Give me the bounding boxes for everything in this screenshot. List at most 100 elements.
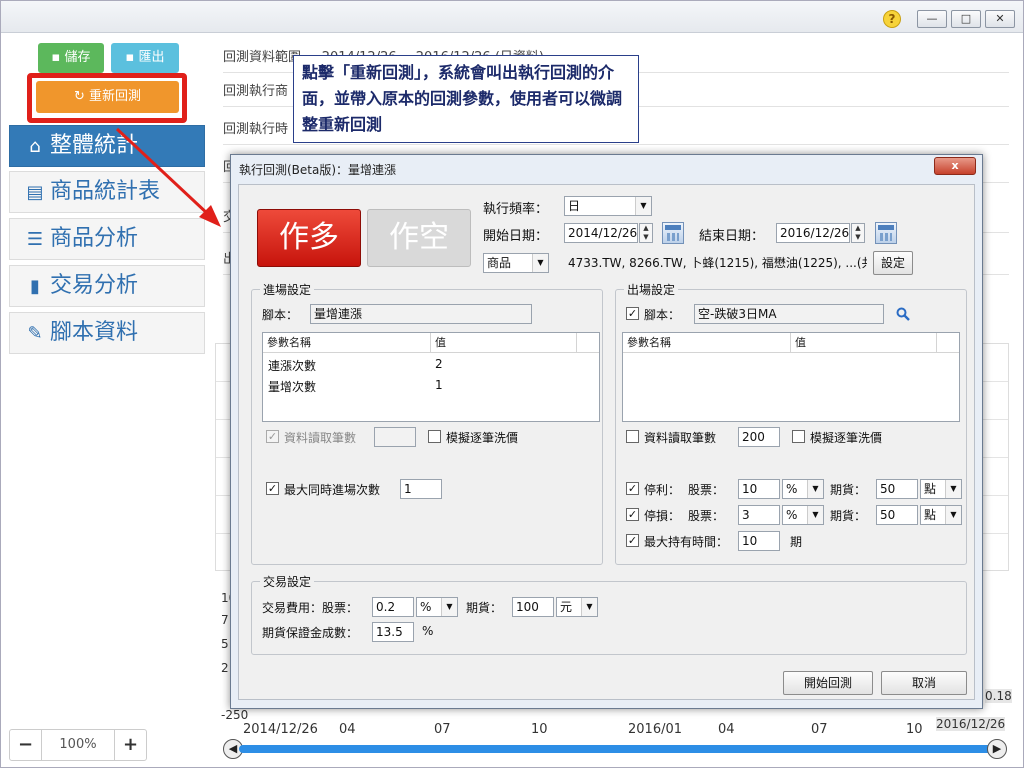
zoom-in-button[interactable]: +: [114, 730, 146, 760]
max-entries-label: 最大同時進場次數: [284, 483, 381, 497]
entry-read-count-label: 資料讀取筆數: [284, 431, 357, 445]
x-tick: 10: [531, 722, 548, 737]
sl-stock-unit-select[interactable]: % ▼: [782, 505, 824, 525]
trade-settings-group: 交易設定 交易費用：股票： 0.2 % ▼ 期貨： 100 元 ▼ 期貨保證金成數：…: [251, 573, 967, 655]
home-icon: ⌂: [29, 136, 41, 157]
chevron-down-icon: ▼: [945, 480, 961, 498]
tp-stock-input[interactable]: 10: [738, 479, 780, 499]
sl-stock-label: 股票：: [688, 509, 725, 523]
max-entries-checkbox[interactable]: ✓: [266, 482, 279, 495]
margin-input[interactable]: 13.5: [372, 622, 414, 642]
exit-simulate-checkbox[interactable]: [792, 430, 805, 443]
end-date-input[interactable]: 2016/12/26: [776, 223, 850, 243]
help-icon[interactable]: ?: [883, 10, 901, 28]
tp-futures-input[interactable]: 50: [876, 479, 918, 499]
zoom-out-button[interactable]: −: [10, 730, 42, 760]
backtest-dialog: 執行回測(Beta版)：量增連漲 x 作多 作空 執行頻率： 日 ▼ 開始日期： …: [230, 154, 983, 709]
y-tick: 7: [221, 613, 229, 627]
tp-futures-unit: 點: [924, 482, 937, 496]
freq-select[interactable]: 日 ▼: [564, 196, 652, 216]
end-date-spinner[interactable]: ▲ ▼: [851, 223, 865, 243]
dialog-body: 作多 作空 執行頻率： 日 ▼ 開始日期： 2014/12/26 ▲ ▼ 結束日期：…: [238, 184, 975, 700]
cancel-button[interactable]: 取消: [881, 671, 967, 695]
max-hold-checkbox[interactable]: ✓: [626, 534, 639, 547]
take-profit-label: 停利：: [644, 483, 681, 497]
entry-read-count-input: [374, 427, 416, 447]
export-button[interactable]: ▪ 匯出: [111, 43, 179, 73]
maximize-button[interactable]: □: [951, 10, 981, 28]
exit-script-input: 空-跌破3日MA: [694, 304, 884, 324]
close-window-button[interactable]: ✕: [985, 10, 1015, 28]
freq-value: 日: [568, 199, 581, 213]
entry-params-grid[interactable]: 參數名稱 值 連漲次數 2 量增次數 1: [262, 332, 600, 422]
tp-futures-unit-select[interactable]: 點 ▼: [920, 479, 962, 499]
exit-read-count-input[interactable]: 200: [738, 427, 780, 447]
title-bar: ? — □ ✕: [1, 1, 1023, 33]
start-date-input[interactable]: 2014/12/26: [564, 223, 638, 243]
scroll-right-icon[interactable]: ▶: [987, 739, 1007, 759]
stop-loss-checkbox[interactable]: ✓: [626, 508, 639, 521]
nav-script-data[interactable]: ✎ 腳本資料: [9, 312, 205, 354]
chevron-down-icon: ▼: [441, 598, 457, 616]
start-backtest-button[interactable]: 開始回測: [783, 671, 873, 695]
chevron-down-icon: ▼: [532, 254, 548, 272]
go-short-button[interactable]: 作空: [367, 209, 471, 267]
export-icon: ▪: [125, 50, 139, 65]
save-icon: ▪: [51, 50, 65, 65]
entry-read-count-checkbox[interactable]: ✓: [266, 430, 279, 443]
fee-futures-unit-select[interactable]: 元 ▼: [556, 597, 598, 617]
fee-futures-input[interactable]: 100: [512, 597, 554, 617]
minimize-icon: —: [926, 12, 938, 25]
nav-trade-analysis[interactable]: ▮ 交易分析: [9, 265, 205, 307]
exit-script-checkbox[interactable]: ✓: [626, 307, 639, 320]
x-tick: 07: [811, 722, 828, 737]
max-hold-label: 最大持有時間：: [644, 535, 729, 549]
entry-simulate-checkbox[interactable]: [428, 430, 441, 443]
y-tick: 2: [221, 661, 229, 675]
product-type-select[interactable]: 商品 ▼: [483, 253, 549, 273]
param-value[interactable]: 1: [435, 378, 443, 392]
sl-futures-unit-select[interactable]: 點 ▼: [920, 505, 962, 525]
chevron-down-icon: ▼: [635, 197, 651, 215]
exit-params-grid[interactable]: 參數名稱 值: [622, 332, 960, 422]
info-row-label: 回測執行時: [223, 122, 289, 137]
entry-script-label: 腳本：: [262, 308, 299, 322]
minimize-button[interactable]: —: [917, 10, 947, 28]
save-button[interactable]: ▪ 儲存: [38, 43, 104, 73]
start-date-spinner[interactable]: ▲ ▼: [639, 223, 653, 243]
calendar-icon[interactable]: [662, 222, 684, 244]
fee-stock-input[interactable]: 0.2: [372, 597, 414, 617]
chevron-down-icon: ▼: [807, 506, 823, 524]
tp-stock-unit-select[interactable]: % ▼: [782, 479, 824, 499]
max-hold-input[interactable]: 10: [738, 531, 780, 551]
scroll-thumb[interactable]: [239, 745, 995, 753]
y-tick: -250: [221, 708, 249, 722]
calendar-icon[interactable]: [875, 222, 897, 244]
end-date-label: 結束日期：: [699, 229, 765, 244]
chevron-down-icon: ▼: [807, 480, 823, 498]
margin-label: 期貨保證金成數：: [262, 626, 359, 640]
fee-stock-unit: %: [420, 600, 432, 614]
maximize-icon: □: [960, 12, 972, 25]
search-icon[interactable]: [896, 307, 910, 321]
y-tick: 5: [221, 637, 229, 651]
exit-simulate-label: 模擬逐筆洗價: [810, 431, 883, 445]
rerun-backtest-button[interactable]: ↻ 重新回測: [36, 81, 179, 113]
take-profit-checkbox[interactable]: ✓: [626, 482, 639, 495]
max-entries-input[interactable]: 1: [400, 479, 442, 499]
chart-scrollbar[interactable]: ◀ ▶: [223, 739, 1007, 759]
chevron-down-icon: ▼: [581, 598, 597, 616]
exit-read-count-checkbox[interactable]: [626, 430, 639, 443]
products-set-button[interactable]: 設定: [873, 251, 913, 275]
sl-futures-input[interactable]: 50: [876, 505, 918, 525]
sl-stock-input[interactable]: 3: [738, 505, 780, 525]
nav-label: 腳本資料: [50, 320, 139, 345]
go-long-button[interactable]: 作多: [257, 209, 361, 267]
fee-label: 交易費用：股票：: [262, 601, 359, 615]
fee-futures-unit: 元: [560, 600, 573, 614]
grid-header: 參數名稱 值: [263, 333, 599, 353]
param-value[interactable]: 2: [435, 357, 443, 371]
tp-futures-label: 期貨：: [830, 483, 867, 497]
fee-stock-unit-select[interactable]: % ▼: [416, 597, 458, 617]
dialog-close-button[interactable]: x: [934, 157, 976, 175]
